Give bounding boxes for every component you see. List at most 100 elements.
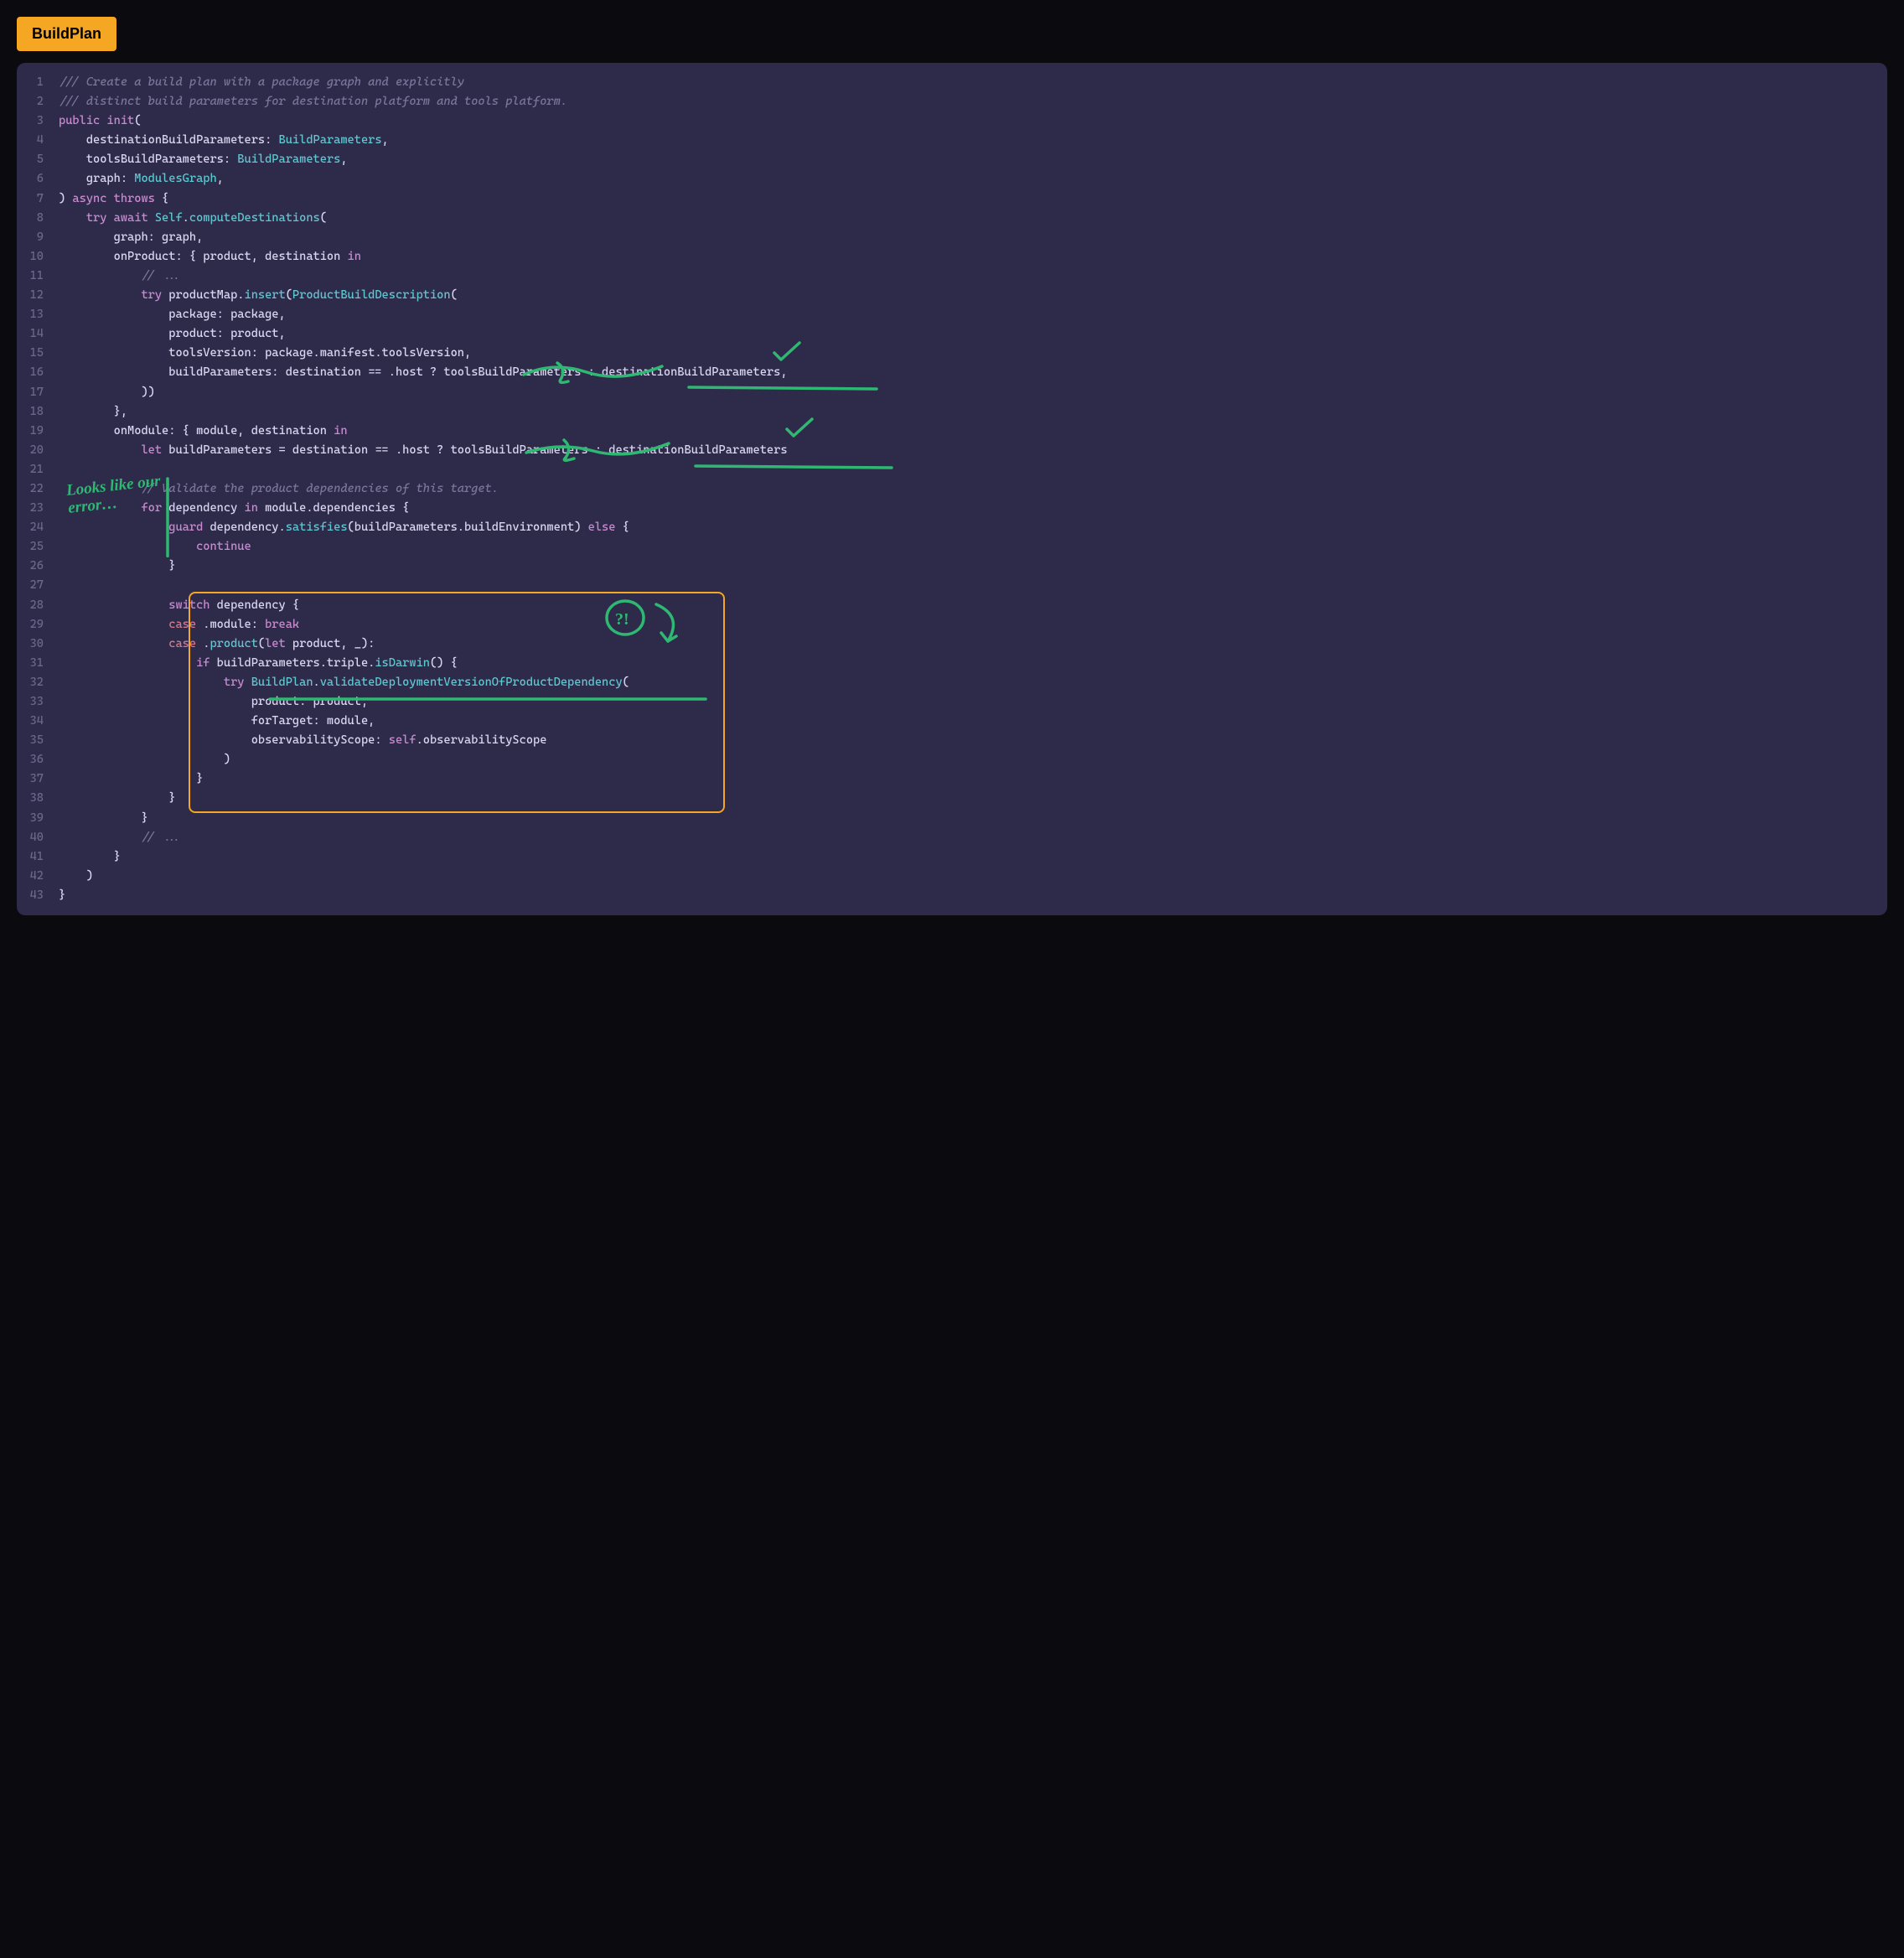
code-line: 33 product: product, <box>17 692 1887 712</box>
line-number: 7 <box>17 189 59 209</box>
code-content: try productMap.insert(ProductBuildDescri… <box>59 286 1874 305</box>
line-number: 40 <box>17 828 59 847</box>
code-line: 37 } <box>17 769 1887 789</box>
code-content: ) async throws { <box>59 189 1874 209</box>
code-content: } <box>59 809 1874 828</box>
code-content: } <box>59 557 1874 576</box>
line-number: 43 <box>17 886 59 905</box>
code-content: forTarget: module, <box>59 712 1874 731</box>
code-line: 10 onProduct: { product, destination in <box>17 247 1887 267</box>
code-content: /// Create a build plan with a package g… <box>59 73 1874 92</box>
line-number: 3 <box>17 111 59 131</box>
line-number: 33 <box>17 692 59 712</box>
code-content: // ... <box>59 267 1874 286</box>
code-line: 30 case .product(let product, _): <box>17 635 1887 654</box>
code-line: 11 // ... <box>17 267 1887 286</box>
code-line: 6 graph: ModulesGraph, <box>17 169 1887 189</box>
line-number: 39 <box>17 809 59 828</box>
code-content: if buildParameters.triple.isDarwin() { <box>59 654 1874 673</box>
code-content: graph: graph, <box>59 228 1874 247</box>
line-number: 24 <box>17 518 59 537</box>
code-content: // ... <box>59 828 1874 847</box>
code-line: 23 for dependency in module.dependencies… <box>17 499 1887 518</box>
code-content: buildParameters: destination == .host ? … <box>59 363 1874 382</box>
code-content: } <box>59 886 1874 905</box>
code-content: observabilityScope: self.observabilitySc… <box>59 731 1874 750</box>
line-number: 19 <box>17 422 59 441</box>
code-line: 5 toolsBuildParameters: BuildParameters, <box>17 150 1887 169</box>
line-number: 1 <box>17 73 59 92</box>
code-line: 22 // Validate the product dependencies … <box>17 479 1887 499</box>
code-line: 26 } <box>17 557 1887 576</box>
code-content: toolsBuildParameters: BuildParameters, <box>59 150 1874 169</box>
line-number: 21 <box>17 460 59 479</box>
line-number: 32 <box>17 673 59 692</box>
line-number: 6 <box>17 169 59 189</box>
code-content: // Validate the product dependencies of … <box>59 479 1874 499</box>
code-content: product: product, <box>59 692 1874 712</box>
code-line: 38 } <box>17 789 1887 808</box>
code-line: 7) async throws { <box>17 189 1887 209</box>
line-number: 22 <box>17 479 59 499</box>
line-number: 27 <box>17 576 59 595</box>
code-content: graph: ModulesGraph, <box>59 169 1874 189</box>
code-line: 12 try productMap.insert(ProductBuildDes… <box>17 286 1887 305</box>
code-line: 43} <box>17 886 1887 905</box>
code-content: onProduct: { product, destination in <box>59 247 1874 267</box>
code-content: /// distinct build parameters for destin… <box>59 92 1874 111</box>
line-number: 41 <box>17 847 59 867</box>
line-number: 31 <box>17 654 59 673</box>
line-number: 9 <box>17 228 59 247</box>
line-number: 13 <box>17 305 59 324</box>
line-number: 2 <box>17 92 59 111</box>
code-content: } <box>59 847 1874 867</box>
code-line: 42 ) <box>17 867 1887 886</box>
code-line: 2/// distinct build parameters for desti… <box>17 92 1887 111</box>
code-content: for dependency in module.dependencies { <box>59 499 1874 518</box>
line-number: 15 <box>17 344 59 363</box>
code-content: case .module: break <box>59 615 1874 635</box>
line-number: 16 <box>17 363 59 382</box>
line-number: 11 <box>17 267 59 286</box>
code-content: package: package, <box>59 305 1874 324</box>
line-number: 14 <box>17 324 59 344</box>
line-number: 20 <box>17 441 59 460</box>
code-content: } <box>59 789 1874 808</box>
code-line: 3public init( <box>17 111 1887 131</box>
code-content: toolsVersion: package.manifest.toolsVers… <box>59 344 1874 363</box>
code-line: 13 package: package, <box>17 305 1887 324</box>
code-content: continue <box>59 537 1874 557</box>
code-content: }, <box>59 402 1874 422</box>
code-line: 40 // ... <box>17 828 1887 847</box>
code-line: 31 if buildParameters.triple.isDarwin() … <box>17 654 1887 673</box>
code-line: 36 ) <box>17 750 1887 769</box>
line-number: 35 <box>17 731 59 750</box>
code-line: 24 guard dependency.satisfies(buildParam… <box>17 518 1887 537</box>
code-content: guard dependency.satisfies(buildParamete… <box>59 518 1874 537</box>
code-content: let buildParameters = destination == .ho… <box>59 441 1874 460</box>
line-number: 17 <box>17 383 59 402</box>
code-line: 27 <box>17 576 1887 595</box>
code-content: try await Self.computeDestinations( <box>59 209 1874 228</box>
line-number: 12 <box>17 286 59 305</box>
code-line: 39 } <box>17 809 1887 828</box>
code-line: 17 )) <box>17 383 1887 402</box>
code-line: 1/// Create a build plan with a package … <box>17 73 1887 92</box>
line-number: 38 <box>17 789 59 808</box>
line-number: 4 <box>17 131 59 150</box>
code-line: 35 observabilityScope: self.observabilit… <box>17 731 1887 750</box>
line-number: 25 <box>17 537 59 557</box>
code-line: 28 switch dependency { <box>17 596 1887 615</box>
code-line: 19 onModule: { module, destination in <box>17 422 1887 441</box>
line-number: 29 <box>17 615 59 635</box>
code-line: 21 <box>17 460 1887 479</box>
code-line: 29 case .module: break <box>17 615 1887 635</box>
code-content: onModule: { module, destination in <box>59 422 1874 441</box>
code-content: try BuildPlan.validateDeploymentVersionO… <box>59 673 1874 692</box>
code-content: product: product, <box>59 324 1874 344</box>
code-line: 15 toolsVersion: package.manifest.toolsV… <box>17 344 1887 363</box>
code-block: 1/// Create a build plan with a package … <box>17 63 1887 915</box>
line-number: 37 <box>17 769 59 789</box>
code-line: 20 let buildParameters = destination == … <box>17 441 1887 460</box>
line-number: 30 <box>17 635 59 654</box>
